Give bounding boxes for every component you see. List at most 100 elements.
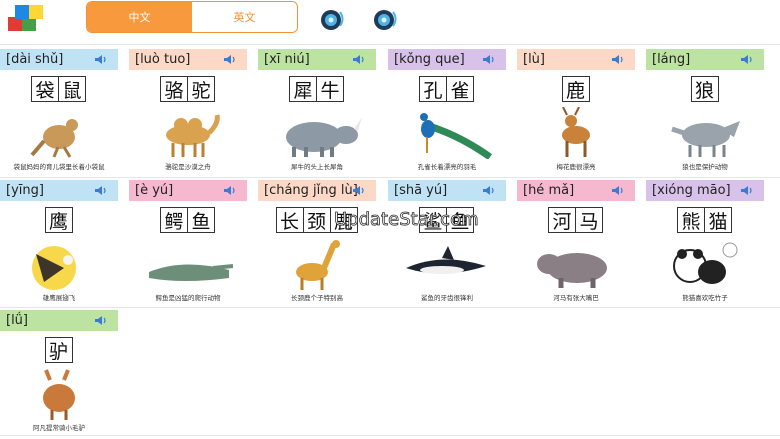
- hanzi-row: 袋鼠: [0, 76, 118, 102]
- pinyin-text: [shā yú]: [394, 183, 448, 198]
- divider: [0, 177, 780, 178]
- animal-card[interactable]: [lǘ] 驴阿凡提常骑小毛驴: [0, 310, 120, 438]
- hanzi-character: 牛: [316, 76, 344, 102]
- caption: 鲨鱼的牙齿很锋利: [421, 294, 473, 302]
- pinyin-bar[interactable]: [xióng māo]: [646, 180, 764, 201]
- pinyin-bar[interactable]: [yīng]: [0, 180, 118, 201]
- pinyin-text: [yīng]: [6, 183, 44, 198]
- pinyin-text: [luò tuo]: [135, 52, 191, 67]
- tab-english[interactable]: 英文: [192, 2, 297, 32]
- pinyin-text: [xióng māo]: [652, 183, 731, 198]
- speaker-icon[interactable]: [740, 185, 754, 196]
- caption: 骆驼是沙漠之舟: [165, 163, 211, 171]
- animal-card[interactable]: [lù] 鹿梅花鹿很漂亮: [517, 49, 637, 177]
- speaker-icon[interactable]: [373, 6, 399, 32]
- speaker-icon[interactable]: [94, 315, 108, 326]
- caption: 孔雀长着漂亮的羽毛: [417, 163, 477, 171]
- animal-card[interactable]: [shā yú] 鲨鱼鲨鱼的牙齿很锋利: [388, 180, 508, 308]
- caption: 犀牛的头上长犀角: [291, 163, 343, 171]
- speaker-icon[interactable]: [223, 54, 237, 65]
- hanzi-row: 鹰: [0, 207, 118, 233]
- speaker-icon[interactable]: [352, 185, 366, 196]
- hanzi-row: 犀牛: [258, 76, 376, 102]
- giraffe-image: [296, 240, 340, 290]
- animal-card[interactable]: [dài shǔ] 袋鼠袋鼠妈妈的育儿袋里长着小袋鼠: [0, 49, 120, 177]
- pinyin-bar[interactable]: [dài shǔ]: [0, 49, 118, 70]
- speaker-icon[interactable]: [482, 185, 496, 196]
- hanzi-character: 袋: [31, 76, 59, 102]
- hanzi-character: 孔: [419, 76, 447, 102]
- hanzi-character: 驴: [44, 337, 73, 363]
- caption: 狼也是保护动物: [682, 163, 728, 171]
- speaker-icon[interactable]: [611, 185, 625, 196]
- hanzi-character: 长: [275, 207, 304, 233]
- donkey-image: [43, 369, 75, 420]
- caption: 长颈鹿个子特别高: [291, 294, 343, 302]
- animal-card[interactable]: [xióng māo] 熊猫熊猫喜欢吃竹子: [646, 180, 766, 308]
- hanzi-character: 熊: [677, 207, 705, 233]
- hanzi-character: 鳄: [160, 207, 188, 233]
- speaker-icon[interactable]: [740, 54, 754, 65]
- animal-card[interactable]: [xī niú] 犀牛犀牛的头上长犀角: [258, 49, 378, 177]
- hanzi-character: 骆: [160, 76, 188, 102]
- animal-card[interactable]: [è yú] 鳄鱼鳄鱼是凶猛的爬行动物: [129, 180, 249, 308]
- animal-card[interactable]: [cháng jǐng lù] 长颈鹿长颈鹿个子特别高: [258, 180, 378, 308]
- animal-card[interactable]: [yīng] 鹰雄鹰展翅飞: [0, 180, 120, 308]
- hanzi-character: 猫: [704, 207, 732, 233]
- animal-card[interactable]: [kǒng que] 孔雀孔雀长着漂亮的羽毛: [388, 49, 508, 177]
- panda-image: [673, 242, 738, 284]
- tab-chinese[interactable]: 中文: [87, 2, 192, 32]
- speaker-icon[interactable]: [482, 54, 496, 65]
- pinyin-bar[interactable]: [láng]: [646, 49, 764, 70]
- caption: 袋鼠妈妈的育儿袋里长着小袋鼠: [13, 163, 105, 171]
- pinyin-bar[interactable]: [hé mǎ]: [517, 180, 635, 201]
- caption: 雄鹰展翅飞: [42, 294, 76, 302]
- crocodile-image: [149, 264, 233, 281]
- animal-card[interactable]: [hé mǎ] 河马河马有张大嘴巴: [517, 180, 637, 308]
- hanzi-character: 颈: [302, 207, 331, 233]
- app-logo-icon: [8, 5, 43, 31]
- hanzi-character: 雀: [446, 76, 474, 102]
- pinyin-text: [cháng jǐng lù]: [264, 183, 358, 198]
- hanzi-row: 鹿: [517, 76, 635, 102]
- caption: 鳄鱼是凶猛的爬行动物: [155, 294, 221, 302]
- wolf-image: [671, 121, 740, 157]
- pinyin-bar[interactable]: [xī niú]: [258, 49, 376, 70]
- animal-card[interactable]: [luò tuo] 骆驼骆驼是沙漠之舟: [129, 49, 249, 177]
- pinyin-bar[interactable]: [cháng jǐng lù]: [258, 180, 376, 201]
- speaker-icon[interactable]: [223, 185, 237, 196]
- hanzi-row: 骆驼: [129, 76, 247, 102]
- pinyin-bar[interactable]: [lù]: [517, 49, 635, 70]
- animal-card[interactable]: [láng] 狼狼也是保护动物: [646, 49, 766, 177]
- pinyin-text: [lǘ]: [6, 313, 28, 328]
- pinyin-text: [hé mǎ]: [523, 183, 575, 198]
- speaker-icon[interactable]: [320, 6, 346, 32]
- caption: 熊猫喜欢吃竹子: [682, 294, 728, 302]
- divider: [0, 44, 780, 45]
- pinyin-text: [láng]: [652, 52, 691, 67]
- kangaroo-image: [30, 119, 78, 158]
- pinyin-bar[interactable]: [shā yú]: [388, 180, 506, 201]
- peacock-image: [420, 113, 492, 159]
- eagle-image: [32, 246, 76, 290]
- rhino-image: [286, 117, 362, 157]
- caption: 河马有张大嘴巴: [553, 294, 599, 302]
- pinyin-text: [kǒng que]: [394, 52, 465, 67]
- pinyin-bar[interactable]: [luò tuo]: [129, 49, 247, 70]
- speaker-icon[interactable]: [94, 185, 108, 196]
- pinyin-text: [dài shǔ]: [6, 52, 64, 67]
- camel-image: [166, 114, 220, 157]
- pinyin-bar[interactable]: [è yú]: [129, 180, 247, 201]
- caption: 阿凡提常骑小毛驴: [33, 424, 85, 432]
- hanzi-row: 熊猫: [646, 207, 764, 233]
- hanzi-row: 狼: [646, 76, 764, 102]
- speaker-icon[interactable]: [352, 54, 366, 65]
- caption: 梅花鹿很漂亮: [556, 163, 596, 171]
- pinyin-bar[interactable]: [kǒng que]: [388, 49, 506, 70]
- pinyin-bar[interactable]: [lǘ]: [0, 310, 118, 331]
- pinyin-text: [xī niú]: [264, 52, 310, 67]
- hanzi-character: 鹿: [561, 76, 590, 102]
- speaker-icon[interactable]: [94, 54, 108, 65]
- speaker-icon[interactable]: [611, 54, 625, 65]
- shark-image: [406, 246, 486, 274]
